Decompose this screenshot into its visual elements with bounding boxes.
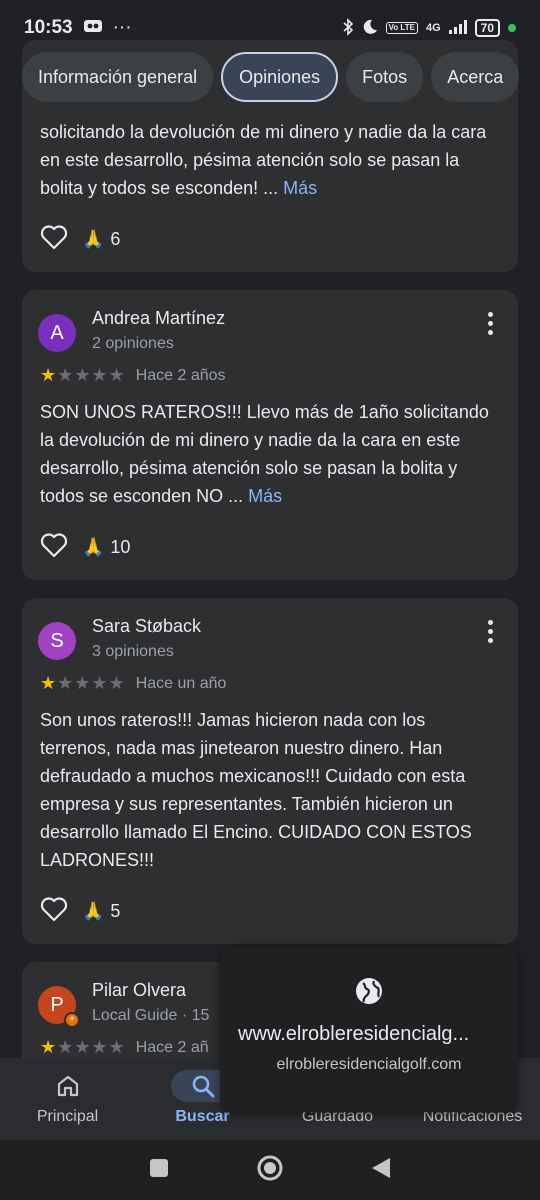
review-actions: 🙏 5	[22, 896, 518, 927]
review-actions: 🙏 6	[22, 224, 518, 255]
privacy-indicator-icon	[508, 24, 516, 32]
reaction-count: 6	[110, 229, 121, 249]
nav-label: Buscar	[175, 1108, 230, 1125]
more-link[interactable]: Más	[283, 178, 317, 198]
reviewer-name[interactable]: Andrea Martínez	[92, 308, 225, 329]
review-time: Hace 2 años	[135, 366, 226, 384]
bluetooth-icon	[342, 17, 354, 39]
more-link[interactable]: Más	[248, 486, 282, 506]
review-card: A Andrea Martínez 2 opiniones ★★★★★ Hace…	[22, 290, 518, 580]
system-navigation	[0, 1140, 540, 1200]
more-options-icon[interactable]	[480, 616, 500, 646]
website-domain: elrobleresidencialgolf.com	[276, 1056, 462, 1073]
reviewer-meta: Local Guide · 15	[92, 1007, 210, 1024]
star-rating: ★★★★★	[40, 673, 126, 693]
like-heart-icon[interactable]	[40, 224, 68, 255]
tab-acerca[interactable]: Acerca	[431, 52, 520, 102]
signal-icon	[448, 19, 467, 37]
screen: 10:53 ··· Vo LTE 4G 70 Información gener…	[0, 0, 540, 1200]
review-text: Son unos rateros!!! Jamas hicieron nada …	[40, 710, 472, 870]
do-not-disturb-icon	[362, 19, 378, 38]
star-rating: ★★★★★	[40, 365, 126, 385]
globe-icon	[354, 976, 384, 1011]
review-actions: 🙏 10	[22, 532, 518, 563]
avatar[interactable]: S	[38, 622, 76, 660]
avatar[interactable]: P +	[38, 986, 80, 1028]
volte-icon: Vo LTE	[385, 22, 418, 34]
network-label: 4G	[425, 22, 441, 34]
tab-bar: Información general Opiniones Fotos Acer…	[0, 52, 540, 104]
website-url[interactable]: www.elrobleresidencialg...	[238, 1023, 500, 1046]
review-time: Hace un año	[135, 674, 227, 692]
reaction-count: 5	[110, 901, 121, 921]
tab-informacion-general[interactable]: Información general	[22, 52, 214, 102]
battery-icon: 70	[474, 19, 500, 37]
thanks-icon[interactable]: 🙏	[82, 901, 104, 922]
local-guide-badge-icon: +	[64, 1012, 80, 1028]
reviewer-meta: 2 opiniones	[92, 335, 174, 352]
reviewer-name[interactable]: Sara Støback	[92, 616, 201, 637]
screen-record-icon	[83, 17, 103, 39]
review-card: S Sara Støback 3 opiniones ★★★★★ Hace un…	[22, 598, 518, 944]
star-rating: ★★★★★	[40, 1037, 126, 1057]
reviewer-name[interactable]: Pilar Olvera	[92, 980, 209, 1001]
recents-icon[interactable]	[148, 1157, 170, 1184]
home-button-icon[interactable]	[256, 1154, 284, 1187]
tab-fotos[interactable]: Fotos	[346, 52, 424, 102]
tab-opiniones[interactable]: Opiniones	[221, 52, 339, 102]
nav-label: Principal	[36, 1108, 99, 1125]
nav-principal[interactable]: Principal	[0, 1058, 135, 1140]
back-icon[interactable]	[370, 1156, 392, 1185]
review-text: SON UNOS RATEROS!!! Llevo más de 1año so…	[40, 402, 489, 506]
reaction-count: 10	[110, 537, 131, 557]
avatar[interactable]: A	[38, 314, 76, 352]
thanks-icon[interactable]: 🙏	[82, 229, 104, 250]
status-time: 10:53	[24, 17, 73, 38]
review-time: Hace 2 añ	[135, 1038, 209, 1056]
like-heart-icon[interactable]	[40, 532, 68, 563]
like-heart-icon[interactable]	[40, 896, 68, 927]
more-options-icon[interactable]	[480, 308, 500, 338]
more-notifications-icon: ···	[112, 17, 132, 38]
reviewer-meta: 3 opiniones	[92, 643, 174, 660]
home-icon	[36, 1070, 100, 1102]
status-bar: 10:53 ··· Vo LTE 4G 70	[0, 0, 540, 56]
thanks-icon[interactable]: 🙏	[82, 537, 104, 558]
website-popup[interactable]: www.elrobleresidencialg... elroblereside…	[220, 946, 518, 1112]
reviews-list[interactable]: solicitando la devolución de mi dinero y…	[0, 0, 540, 1060]
